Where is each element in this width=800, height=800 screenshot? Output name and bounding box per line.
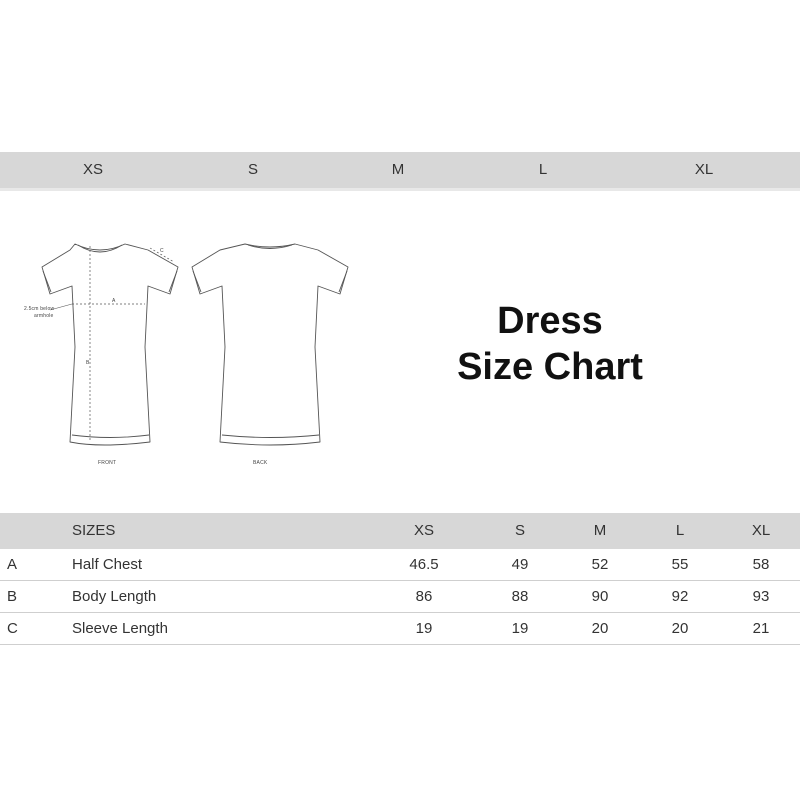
cell-xs: 19: [415, 620, 433, 637]
page-title: Dress Size Chart: [400, 298, 700, 390]
marker-b-label: B: [86, 360, 90, 366]
front-label: FRONT: [98, 460, 117, 466]
row-letter: A: [7, 556, 18, 573]
cell-l: 20: [671, 620, 689, 637]
cell-xl: 21: [752, 620, 770, 637]
size-table: SIZES XS S M L XL A Half Chest 46.5 49 5…: [0, 513, 800, 645]
marker-a-label: A: [112, 298, 116, 304]
cell-m: 90: [591, 588, 609, 605]
row-letter: C: [7, 620, 18, 637]
cell-m: 52: [591, 556, 609, 573]
size-label-s: S: [247, 161, 259, 178]
cell-s: 19: [511, 620, 529, 637]
cell-xs: 86: [415, 588, 433, 605]
row-name: Sleeve Length: [72, 620, 168, 637]
cell-xl: 58: [752, 556, 770, 573]
title-line1: Dress: [497, 300, 603, 342]
size-label-xl: XL: [694, 161, 714, 178]
marker-c-label: C: [160, 248, 164, 254]
cell-m: 20: [591, 620, 609, 637]
cell-l: 55: [671, 556, 689, 573]
col-header-xl: XL: [751, 522, 771, 539]
table-row: C Sleeve Length 19 19 20 20 21: [0, 613, 800, 645]
dress-outline-icon: [41, 243, 349, 446]
table-header-row: SIZES XS S M L XL: [0, 513, 800, 549]
cell-s: 88: [511, 588, 529, 605]
table-row: A Half Chest 46.5 49 52 55 58: [0, 549, 800, 581]
cell-s: 49: [511, 556, 529, 573]
cell-xs: 46.5: [409, 556, 439, 573]
col-header-l: L: [675, 522, 685, 539]
cell-l: 92: [671, 588, 689, 605]
size-label-xs: XS: [82, 161, 104, 178]
size-header-bar: XS S M L XL: [0, 152, 800, 191]
size-label-l: L: [538, 161, 548, 178]
col-header-s: S: [514, 522, 526, 539]
col-header-xs: XS: [413, 522, 435, 539]
note-line2: armhole: [34, 313, 54, 319]
back-label: BACK: [253, 460, 268, 466]
dress-diagram: A B C 2.5cm below armhole FRONT BACK: [20, 232, 350, 472]
table-row: B Body Length 86 88 90 92 93: [0, 581, 800, 613]
row-name: Half Chest: [72, 556, 143, 573]
size-label-m: M: [391, 161, 405, 178]
row-letter: B: [7, 588, 18, 605]
note-line1: 2.5cm below: [24, 306, 55, 312]
row-name: Body Length: [72, 588, 157, 605]
sizes-header: SIZES: [72, 522, 116, 539]
col-header-m: M: [593, 522, 607, 539]
cell-xl: 93: [752, 588, 770, 605]
title-line2: Size Chart: [457, 346, 643, 388]
